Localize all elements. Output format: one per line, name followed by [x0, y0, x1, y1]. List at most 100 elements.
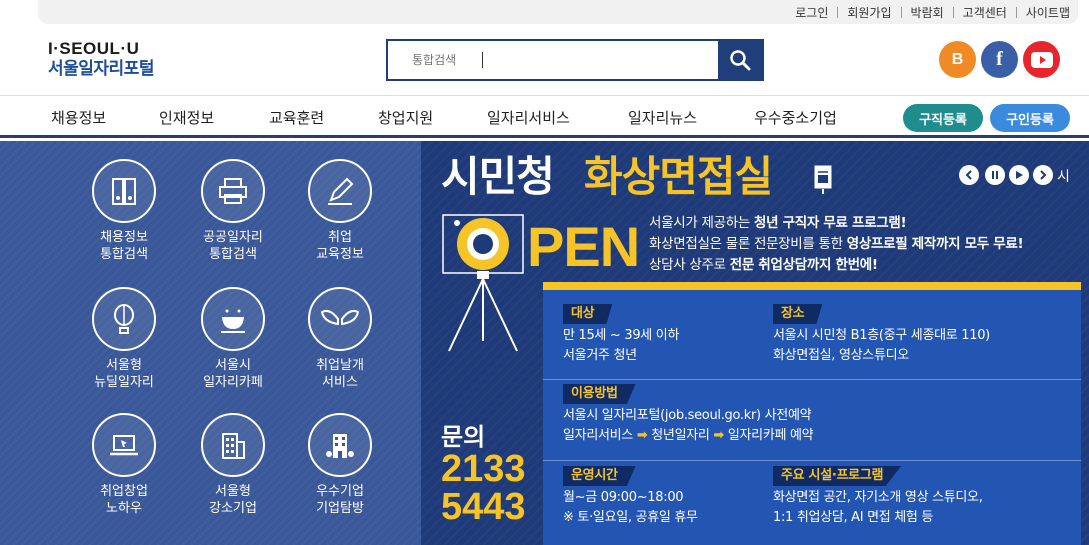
quick-link-label: 공공일자리 — [203, 230, 263, 245]
banner-open-text: PEN — [527, 215, 640, 278]
divider — [952, 6, 954, 18]
divider — [1015, 6, 1017, 18]
place-section: 장소 서울시 시민청 B1층(중구 세종대로 110) 화상면접실, 영상스튜디… — [773, 304, 990, 366]
quick-link-company-tour[interactable]: 우수기업 기업탐방 — [285, 413, 395, 517]
nav-job-services[interactable]: 일자리서비스 — [487, 107, 570, 128]
nav-job-info[interactable]: 채용정보 — [51, 107, 106, 128]
target-line: 서울거주 청년 — [563, 348, 637, 363]
target-section: 대상 만 15세 ~ 39세 이하 서울거주 청년 — [563, 304, 679, 366]
nav-education[interactable]: 교육훈련 — [269, 107, 324, 128]
quick-link-label: 통합검색 — [100, 247, 148, 262]
balloon-icon — [92, 287, 156, 351]
hours-line: ※ 토·일요일, 공휴일 휴무 — [563, 510, 698, 525]
nav-startup[interactable]: 창업지원 — [378, 107, 433, 128]
desc-bold: 전문 취업상담까지 한번에! — [729, 257, 878, 273]
quick-link-label: 취업 — [328, 230, 352, 245]
quick-link-label: 서비스 — [322, 375, 358, 390]
quick-link-job-search[interactable]: 채용정보 통합검색 — [69, 159, 179, 263]
hours-label: 운영시간 — [563, 466, 636, 486]
quick-link-label: 기업탐방 — [316, 501, 364, 516]
place-line: 화상면접실, 영상스튜디오 — [773, 348, 909, 363]
banner-description: 서울시가 제공하는 청년 구직자 무료 프로그램! 화상면접실은 물론 전문장비… — [649, 213, 1024, 276]
info-box: 대상 만 15세 ~ 39세 이하 서울거주 청년 장소 서울시 시민청 B1층… — [543, 282, 1081, 545]
recruiter-register-button[interactable]: 구인등록 — [990, 104, 1070, 132]
search-box — [386, 39, 764, 81]
sitemap-link[interactable]: 사이트맵 — [1026, 4, 1070, 21]
usage-step: 청년일자리 — [651, 428, 710, 443]
facility-line: 1:1 취업상담, AI 면접 체험 등 — [773, 510, 934, 525]
nav-sme[interactable]: 우수중소기업 — [754, 107, 837, 128]
play-icon — [1016, 171, 1023, 179]
logo-top-text: I·SEOUL·U — [48, 39, 140, 58]
youtube-icon — [1030, 51, 1053, 68]
facility-section: 주요 시설·프로그램 화상면접 공간, 자기소개 영상 스튜디오, 1:1 취업… — [773, 466, 983, 528]
customer-center-link[interactable]: 고객센터 — [963, 4, 1007, 21]
quick-link-strong-sme[interactable]: 서울형 강소기업 — [178, 413, 288, 517]
divider — [837, 6, 839, 18]
quick-link-label: 강소기업 — [209, 501, 257, 516]
quick-link-label: 뉴딜일자리 — [94, 375, 154, 390]
desc-bold: 영상프로필 제작까지 모두 무료! — [846, 236, 1024, 252]
quick-link-public-jobs[interactable]: 공공일자리 통합검색 — [178, 159, 288, 263]
utility-bar: 로그인 회원가입 박람회 고객센터 사이트맵 — [38, 0, 1078, 24]
usage-label: 이용방법 — [563, 384, 636, 404]
banner-desc-line: 화상면접실은 물론 전문장비를 통한 영상프로필 제작까지 모두 무료! — [649, 234, 1024, 255]
nav-job-news[interactable]: 일자리뉴스 — [628, 107, 697, 128]
youtube-button[interactable] — [1023, 41, 1060, 78]
place-label: 장소 — [773, 304, 823, 324]
arrow-right-icon: ➡ — [636, 428, 648, 443]
search-input[interactable] — [388, 41, 719, 79]
pause-slide-button[interactable] — [985, 165, 1005, 185]
facebook-button[interactable]: f — [981, 41, 1018, 78]
utility-links: 로그인 회원가입 박람회 고객센터 사이트맵 — [795, 0, 1070, 24]
quick-link-wings-service[interactable]: 취업날개 서비스 — [285, 287, 395, 391]
next-slide-button[interactable] — [1033, 165, 1053, 185]
quick-link-label: 취업창업 — [100, 484, 148, 499]
quick-menu: 채용정보 통합검색 공공일자리 통합검색 취업 교육정보 서울형 뉴딜일자리 서… — [0, 141, 421, 545]
quick-link-label: 서울형 — [106, 358, 142, 373]
inquiry-label: 문의 — [441, 423, 486, 451]
quick-link-label: 취업날개 — [316, 358, 364, 373]
usage-step: 일자리서비스 — [563, 428, 633, 443]
laptop-icon — [92, 413, 156, 477]
signup-link[interactable]: 회원가입 — [847, 4, 891, 21]
chevron-right-icon — [1040, 170, 1047, 180]
blog-button[interactable]: B — [939, 41, 976, 78]
pause-icon — [992, 171, 998, 179]
quick-link-label: 노하우 — [106, 501, 142, 516]
search-button[interactable] — [718, 41, 762, 79]
divider — [900, 6, 902, 18]
login-link[interactable]: 로그인 — [795, 4, 828, 21]
pencil-icon — [308, 159, 372, 223]
job-fair-link[interactable]: 박람회 — [911, 4, 944, 21]
tablet-icon — [813, 164, 833, 194]
play-slide-button[interactable] — [1009, 165, 1029, 185]
nav-talent-info[interactable]: 인재정보 — [159, 107, 214, 128]
banner-title-white: 시민청 — [441, 152, 555, 201]
facility-label: 주요 시설·프로그램 — [773, 466, 902, 486]
promo-banner[interactable]: 시민청 화상면접실 PEN 서울시가 제공하는 청년 구직자 무료 프로그램! … — [421, 141, 1089, 545]
text-cursor — [482, 52, 483, 68]
site-logo[interactable]: I·SEOUL·U 서울일자리포털 — [48, 40, 154, 80]
place-line: 서울시 시민청 B1층(중구 세종대로 110) — [773, 328, 990, 343]
quick-link-label: 교육정보 — [316, 247, 364, 262]
quick-link-career-knowhow[interactable]: 취업창업 노하우 — [69, 413, 179, 517]
quick-link-label: 통합검색 — [209, 247, 257, 262]
binder-icon — [92, 159, 156, 223]
banner-title-yellow: 화상면접실 — [584, 152, 773, 201]
desc-plain: 서울시가 제공하는 — [649, 215, 754, 231]
desc-plain: 화상면접실은 물론 전문장비를 통한 — [649, 236, 847, 252]
desc-bold: 청년 구직자 무료 프로그램! — [753, 215, 907, 231]
job-seeker-register-button[interactable]: 구직등록 — [903, 104, 983, 132]
prev-slide-button[interactable] — [959, 165, 979, 185]
quick-link-job-cafe[interactable]: 서울시 일자리카페 — [178, 287, 288, 391]
blog-icon: B — [951, 50, 964, 68]
quick-link-job-education[interactable]: 취업 교육정보 — [285, 159, 395, 263]
quick-link-label: 채용정보 — [100, 230, 148, 245]
divider — [543, 460, 1081, 461]
target-line: 만 15세 ~ 39세 이하 — [563, 328, 680, 343]
quick-link-new-deal-jobs[interactable]: 서울형 뉴딜일자리 — [69, 287, 179, 391]
hours-section: 운영시간 월~금 09:00~18:00 ※ 토·일요일, 공휴일 휴무 — [563, 466, 698, 528]
divider — [543, 379, 1081, 380]
phone-part-2: 5443 — [441, 486, 526, 528]
